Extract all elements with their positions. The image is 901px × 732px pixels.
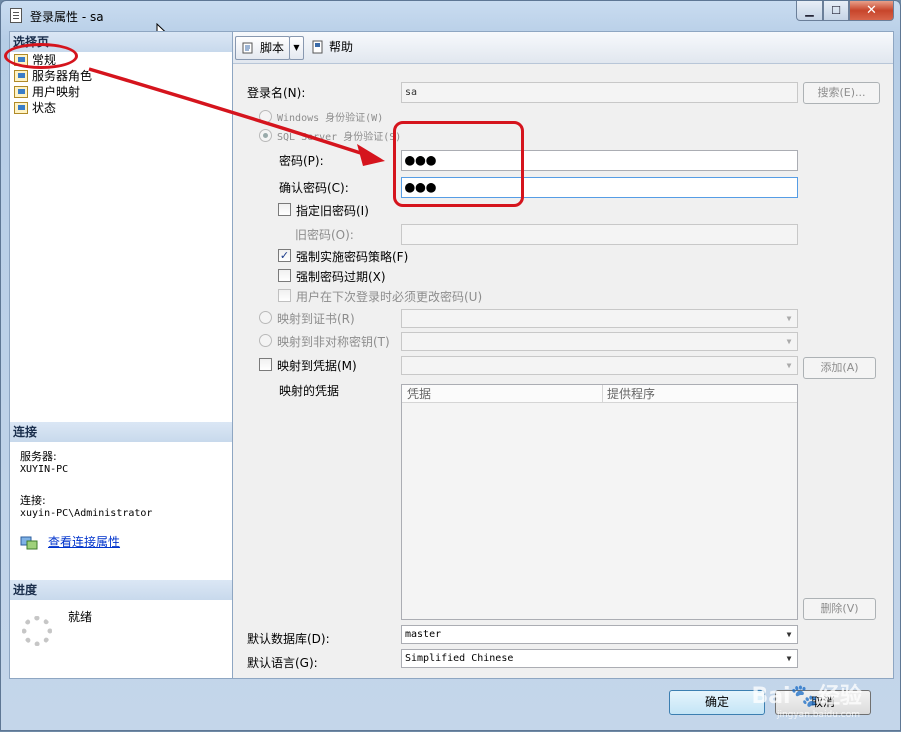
windows-auth-radio[interactable] (259, 110, 272, 123)
page-icon (14, 102, 28, 114)
baidu-watermark-url: jingyan.baidu.com (776, 710, 860, 720)
minimize-icon: ▁ (805, 4, 814, 17)
close-icon: ✕ (866, 3, 877, 18)
window-controls: ▁ ☐ ✕ (796, 1, 894, 21)
connection-value: xuyin-PC\Administrator (20, 508, 153, 519)
script-icon (242, 42, 253, 54)
specify-old-password-label: 指定旧密码(I) (296, 204, 369, 218)
default-language-select[interactable]: Simplified Chinese ▼ (401, 649, 798, 668)
page-label: 用户映射 (32, 85, 81, 99)
title-bar[interactable]: 登录属性 - sa ▁ ☐ ✕ (1, 1, 900, 31)
login-properties-dialog: 登录属性 - sa ▁ ☐ ✕ 选择页 常规 服务器角色 用户映射 状态 连接 (0, 0, 901, 731)
page-icon (14, 86, 28, 98)
mapped-credentials-grid[interactable]: 凭据 提供程序 (401, 384, 798, 620)
page-label: 服务器角色 (32, 69, 93, 83)
window-title: 登录属性 - sa (30, 10, 104, 24)
add-button[interactable]: 添加(A) (803, 357, 876, 379)
mapped-credentials-label: 映射的凭据 (279, 384, 340, 398)
chevron-down-icon: ▼ (786, 654, 792, 663)
server-value: XUYIN-PC (20, 464, 69, 475)
default-database-label: 默认数据库(D): (247, 632, 330, 646)
default-language-label: 默认语言(G): (247, 656, 318, 670)
page-item-user-mapping[interactable]: 用户映射 (10, 84, 232, 100)
left-panel: 选择页 常规 服务器角色 用户映射 状态 连接 服务器: XUYIN-PC 连接… (9, 31, 233, 679)
progress-spinner-icon (22, 616, 52, 646)
enforce-policy-label: 强制实施密码策略(F) (296, 250, 409, 264)
chevron-down-icon: ▼ (293, 43, 300, 52)
page-icon (14, 70, 28, 82)
map-asymmetric-key-label: 映射到非对称密钥(T) (277, 335, 390, 349)
login-name-label: 登录名(N): (247, 86, 306, 100)
help-button[interactable]: 帮助 (309, 36, 353, 60)
map-credential-checkbox[interactable] (259, 358, 272, 371)
annotation-rectangle (393, 121, 524, 207)
script-button[interactable]: 脚本 (235, 36, 290, 60)
grid-column-credential[interactable]: 凭据 (407, 385, 431, 403)
remove-button[interactable]: 删除(V) (803, 598, 876, 620)
view-connection-properties-link[interactable]: 查看连接属性 (20, 535, 232, 550)
page-label: 状态 (32, 101, 57, 115)
must-change-checkbox[interactable] (278, 289, 291, 302)
connection-label: 连接: (20, 494, 46, 507)
help-label: 帮助 (329, 40, 354, 54)
certificate-select[interactable]: ▼ (401, 309, 798, 328)
map-asymmetric-key-radio[interactable] (259, 334, 272, 347)
connection-section: 连接 服务器: XUYIN-PC 连接: xuyin-PC\Administra… (10, 422, 232, 550)
old-password-input[interactable] (401, 224, 798, 245)
script-label: 脚本 (260, 41, 285, 55)
check-icon: ✓ (279, 249, 290, 262)
help-icon (312, 40, 323, 54)
chevron-down-icon: ▼ (786, 314, 792, 323)
search-button[interactable]: 搜索(E)... (803, 82, 880, 104)
maximize-button[interactable]: ☐ (823, 1, 849, 21)
progress-header: 进度 (10, 580, 232, 600)
enforce-expiration-checkbox[interactable] (278, 269, 291, 282)
specify-old-password-checkbox[interactable] (278, 203, 291, 216)
asymmetric-key-select[interactable]: ▼ (401, 332, 798, 351)
progress-section: 进度 就绪 (10, 580, 232, 646)
annotation-ellipse (4, 43, 78, 69)
default-database-select[interactable]: master ▼ (401, 625, 798, 644)
sql-auth-radio[interactable] (259, 129, 272, 142)
grid-header: 凭据 提供程序 (402, 385, 797, 403)
document-icon (10, 8, 22, 23)
script-dropdown-button[interactable]: ▼ (289, 36, 304, 60)
map-certificate-radio[interactable] (259, 311, 272, 324)
chevron-down-icon: ▼ (786, 337, 792, 346)
default-database-value: master (405, 629, 442, 640)
old-password-label: 旧密码(O): (295, 228, 354, 242)
connection-header: 连接 (10, 422, 232, 442)
windows-auth-label: Windows 身份验证(W) (277, 113, 384, 124)
link-label: 查看连接属性 (48, 535, 121, 549)
chevron-down-icon: ▼ (786, 361, 792, 370)
enforce-expiration-label: 强制密码过期(X) (296, 270, 386, 284)
page-item-status[interactable]: 状态 (10, 100, 232, 116)
map-credential-label: 映射到凭据(M) (277, 359, 357, 373)
baidu-watermark: Bai🐾经验 (751, 684, 862, 709)
map-certificate-label: 映射到证书(R) (277, 312, 355, 326)
credential-select[interactable]: ▼ (401, 356, 798, 375)
default-language-value: Simplified Chinese (405, 653, 514, 664)
close-button[interactable]: ✕ (849, 1, 894, 21)
enforce-policy-checkbox[interactable]: ✓ (278, 249, 291, 262)
login-name-input[interactable]: sa (401, 82, 798, 103)
connection-properties-icon (20, 536, 38, 550)
grid-column-provider[interactable]: 提供程序 (602, 385, 655, 403)
maximize-icon: ☐ (831, 4, 841, 17)
confirm-password-label: 确认密码(C): (279, 181, 349, 195)
toolbar: 脚本 ▼ 帮助 (233, 32, 893, 64)
minimize-button[interactable]: ▁ (796, 1, 823, 21)
progress-status: 就绪 (68, 610, 93, 624)
server-label: 服务器: (20, 450, 57, 463)
must-change-label: 用户在下次登录时必须更改密码(U) (296, 290, 483, 304)
password-label: 密码(P): (279, 154, 324, 168)
right-panel: 脚本 ▼ 帮助 登录名(N): sa 搜索(E)... Windows 身份验证… (233, 31, 894, 679)
page-item-server-roles[interactable]: 服务器角色 (10, 68, 232, 84)
sql-auth-label: SQL Server 身份验证(S) (277, 132, 402, 143)
chevron-down-icon: ▼ (786, 630, 792, 639)
